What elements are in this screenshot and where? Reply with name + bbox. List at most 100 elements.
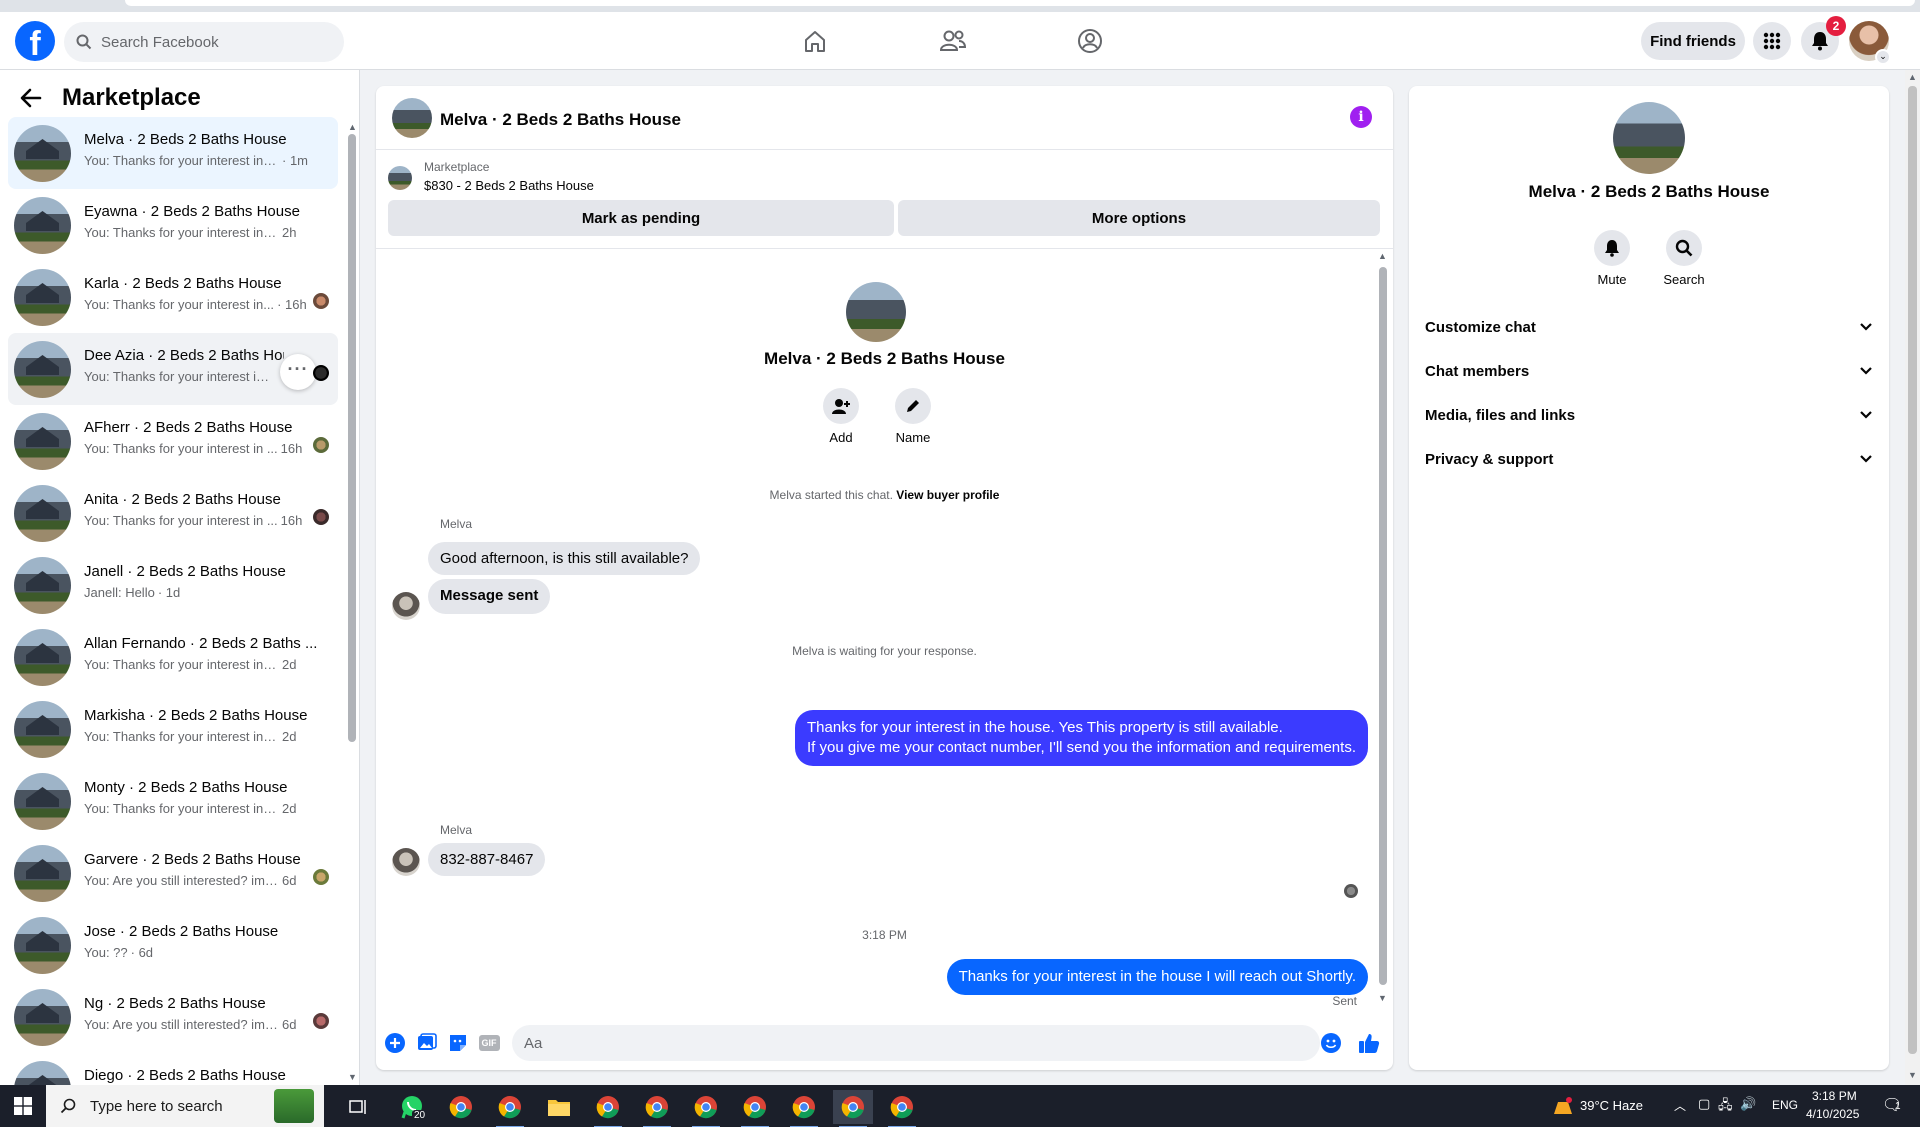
chrome-icon[interactable]	[441, 1090, 481, 1124]
weather-icon[interactable]	[1552, 1096, 1574, 1116]
media-files-links-section[interactable]: Media, files and links	[1425, 397, 1873, 433]
sidebar-scroll-thumb[interactable]	[348, 134, 356, 742]
conversation-item[interactable]: Janell · 2 Beds 2 Baths House Janell: Hel…	[8, 549, 338, 621]
conversation-item[interactable]: Markisha · 2 Beds 2 Baths House You: Than…	[8, 693, 338, 765]
conversation-item[interactable]: Garvere · 2 Beds 2 Baths House You: Are y…	[8, 837, 338, 909]
more-options-button[interactable]: More options	[898, 200, 1380, 236]
search-icon	[76, 34, 92, 50]
mute-button[interactable]: Mute	[1582, 230, 1642, 287]
home-icon[interactable]	[798, 26, 832, 56]
chrome-profile-icon[interactable]	[490, 1090, 530, 1127]
volume-icon[interactable]: 🔊	[1740, 1096, 1756, 1112]
window-scroll-thumb[interactable]	[1908, 86, 1917, 1054]
incoming-message[interactable]: Message sent	[428, 579, 551, 614]
find-friends-button[interactable]: Find friends	[1641, 22, 1745, 60]
outgoing-message[interactable]: Thanks for your interest in the house. Y…	[795, 710, 1368, 766]
taskbar-search-input[interactable]	[90, 1097, 260, 1115]
facebook-logo-icon[interactable]: f	[15, 21, 55, 61]
scroll-down-arrow-icon[interactable]: ▼	[348, 1072, 357, 1082]
search-in-chat-button[interactable]: Search	[1654, 230, 1714, 287]
chrome-profile-icon[interactable]	[686, 1090, 726, 1127]
sidebar-scrollbar[interactable]: ▲	[348, 122, 357, 752]
message-input[interactable]	[512, 1025, 1320, 1061]
incoming-message[interactable]: 832-887-8467	[428, 843, 546, 876]
clock-date[interactable]: 4/10/2025	[1806, 1107, 1859, 1121]
conversation-item[interactable]: Melva · 2 Beds 2 Baths House You: Thanks …	[8, 117, 338, 189]
scroll-down-arrow-icon[interactable]: ▼	[1378, 993, 1387, 1003]
add-label: Add	[829, 430, 853, 445]
conversation-item[interactable]: Monty · 2 Beds 2 Baths House You: Thanks …	[8, 765, 338, 837]
marketplace-sidebar: Marketplace Melva · 2 Beds 2 Baths House…	[0, 70, 360, 1085]
scroll-up-arrow-icon[interactable]: ▲	[1378, 251, 1387, 261]
scroll-up-arrow-icon[interactable]: ▲	[1908, 72, 1917, 82]
chrome-profile-icon[interactable]	[588, 1090, 628, 1127]
conversation-item[interactable]: Diego · 2 Beds 2 Baths House	[8, 1053, 338, 1085]
friends-icon[interactable]	[936, 26, 970, 56]
chrome-profile-icon[interactable]	[784, 1090, 824, 1127]
windows-start-icon[interactable]	[0, 1085, 46, 1127]
taskbar-search[interactable]	[46, 1085, 324, 1127]
info-icon[interactable]: i	[1350, 106, 1372, 128]
preview-text: You: Thanks for your interest in the ...	[84, 225, 279, 240]
chat-title[interactable]: Melva · 2 Beds 2 Baths House	[440, 110, 681, 130]
clock-time[interactable]: 3:18 PM	[1812, 1089, 1857, 1103]
file-explorer-icon[interactable]	[539, 1090, 579, 1124]
waiting-notice: Melva is waiting for your response.	[792, 644, 977, 658]
menu-grid-icon[interactable]	[1753, 22, 1791, 60]
facebook-search[interactable]	[64, 22, 344, 62]
photo-icon[interactable]	[416, 1032, 438, 1054]
listing-avatar	[14, 125, 71, 182]
scroll-up-arrow-icon[interactable]: ▲	[348, 122, 357, 132]
chrome-profile-icon[interactable]	[833, 1090, 873, 1127]
conversation-item[interactable]: AFherr · 2 Beds 2 Baths House You: Thanks…	[8, 405, 338, 477]
chevron-down-icon[interactable]: ⌄	[1875, 49, 1891, 65]
window-scrollbar[interactable]: ▲ ▼	[1905, 70, 1920, 1085]
thumbs-up-icon[interactable]	[1358, 1032, 1380, 1054]
listing-avatar	[14, 413, 71, 470]
task-view-icon[interactable]	[338, 1090, 378, 1124]
search-input[interactable]	[101, 33, 321, 51]
gif-icon[interactable]: GIF	[478, 1032, 500, 1054]
sticker-icon[interactable]	[447, 1032, 469, 1054]
view-buyer-profile-link[interactable]: View buyer profile	[896, 488, 999, 502]
chrome-profile-icon[interactable]	[882, 1090, 922, 1127]
conversation-item[interactable]: Karla · 2 Beds 2 Baths House You: Thanks …	[8, 261, 338, 333]
whatsapp-icon[interactable]: 20	[392, 1090, 432, 1124]
sender-avatar[interactable]	[392, 848, 420, 876]
conversation-item[interactable]: Ng · 2 Beds 2 Baths House You: Are you st…	[8, 981, 338, 1053]
emoji-icon[interactable]	[1320, 1032, 1342, 1054]
privacy-support-section[interactable]: Privacy & support	[1425, 441, 1873, 477]
conversation-item[interactable]: Jose · 2 Beds 2 Baths House You: ?? · 6d	[8, 909, 338, 981]
top-navigation: f Find friends 2 ⌄	[0, 12, 1920, 70]
conversation-item[interactable]: Allan Fernando · 2 Beds 2 Baths ... You: …	[8, 621, 338, 693]
plus-circle-icon[interactable]	[384, 1032, 406, 1054]
incoming-message[interactable]: Good afternoon, is this still available?	[428, 542, 701, 575]
chat-scrollbar[interactable]: ▲ ▼	[1378, 251, 1388, 1011]
listing-avatar	[14, 341, 71, 398]
customize-chat-section[interactable]: Customize chat	[1425, 309, 1873, 345]
chevron-up-icon[interactable]: ︿	[1674, 1097, 1686, 1114]
chat-members-section[interactable]: Chat members	[1425, 353, 1873, 389]
sender-avatar[interactable]	[392, 592, 420, 620]
conversation-item[interactable]: Eyawna · 2 Beds 2 Baths House You: Thanks…	[8, 189, 338, 261]
more-options-icon[interactable]: ···	[280, 354, 316, 390]
back-arrow-icon[interactable]	[20, 88, 42, 108]
edit-name-button[interactable]: Name	[883, 388, 943, 445]
profile-circle-icon[interactable]	[1073, 26, 1107, 56]
network-icon[interactable]: 🖧	[1718, 1096, 1733, 1118]
chrome-profile-icon[interactable]	[735, 1090, 775, 1127]
weather-text[interactable]: 39°C Haze	[1580, 1098, 1643, 1113]
mark-as-pending-button[interactable]: Mark as pending	[388, 200, 894, 236]
preview-text: You: Thanks for your interest in ...	[84, 513, 278, 528]
conversation-item[interactable]: Anita · 2 Beds 2 Baths House You: Thanks …	[8, 477, 338, 549]
chat-avatar[interactable]	[392, 98, 432, 138]
add-people-button[interactable]: Add	[811, 388, 871, 445]
scroll-down-arrow-icon[interactable]: ▼	[1908, 1070, 1917, 1080]
meet-now-icon[interactable]: ▢	[1698, 1096, 1710, 1112]
language-indicator[interactable]: ENG	[1772, 1098, 1798, 1112]
browser-address-edge	[125, 0, 1915, 6]
chat-scroll-thumb[interactable]	[1379, 267, 1387, 985]
chrome-profile-icon[interactable]	[637, 1090, 677, 1127]
conversation-item[interactable]: Dee Azia · 2 Beds 2 Baths House You: Than…	[8, 333, 338, 405]
outgoing-message[interactable]: Thanks for your interest in the house I …	[946, 959, 1368, 995]
